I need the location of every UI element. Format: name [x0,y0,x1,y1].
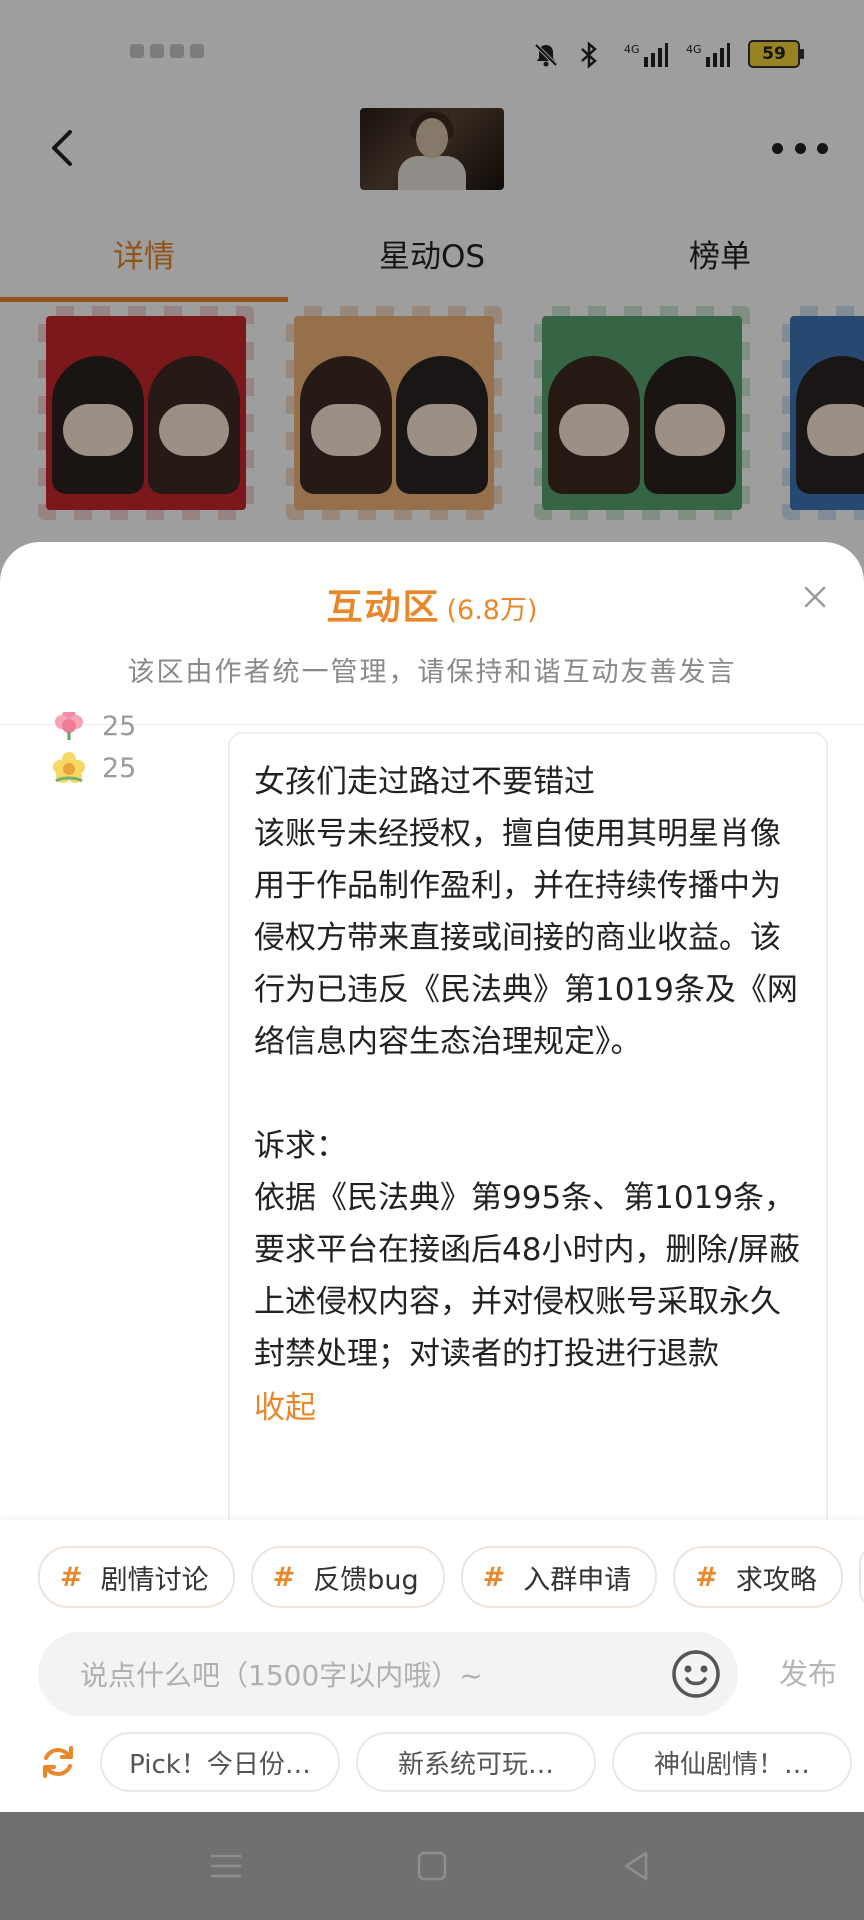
reaction-count: 25 [102,752,137,784]
home-square-icon [417,1851,447,1881]
topic-tag-label: 入群申请 [523,1564,632,1596]
back-nav-button[interactable] [616,1846,656,1886]
comment-input[interactable] [78,1632,642,1718]
hashtag-icon: # [272,1561,296,1593]
reaction-count: 25 [102,712,137,742]
refresh-icon [43,1746,73,1778]
collapse-link[interactable]: 收起 [254,1382,316,1434]
quick-reply-chip[interactable]: 新系统可玩… [356,1732,596,1792]
sheet-title-text: 互动区 [326,587,441,628]
sheet-title: 互动区 (6.8万) [0,578,864,630]
topic-tag-overflow[interactable] [858,1546,864,1608]
topic-tag-label: 反馈bug [313,1564,419,1596]
back-triangle-icon [624,1851,648,1881]
comment-input-box [38,1632,738,1718]
sheet-subtitle: 该区由作者统一管理，请保持和谐互动友善发言 [127,657,737,688]
flower-icon [55,712,83,740]
refresh-button[interactable] [38,1742,78,1782]
quick-reply-chip[interactable]: Pick！今日份… [100,1732,340,1792]
reaction-list: 25 25 [50,712,136,794]
topic-tag[interactable]: # 入群申请 [460,1546,658,1608]
comment-paragraph: 女孩们走过路过不要错过 [254,764,595,800]
comment-card: 女孩们走过路过不要错过 该账号未经授权，擅自使用其明星肖像用于作品制作盈利，并在… [228,732,828,1636]
quick-reply-chip[interactable]: 神仙剧情！… [612,1732,852,1792]
close-icon [804,586,826,608]
system-nav-bar [0,1812,864,1920]
publish-button[interactable]: 发布 [768,1632,848,1716]
topic-tag-label: 剧情讨论 [100,1564,209,1596]
reaction-sunflower[interactable]: 25 [50,742,136,794]
reaction-flower[interactable]: 25 [50,712,136,742]
comment-paragraph: 该账号未经授权，擅自使用其明星肖像用于作品制作盈利，并在持续传播中为侵权方带来直… [254,816,798,1060]
home-button[interactable] [412,1846,452,1886]
comment-body: 女孩们走过路过不要错过 该账号未经授权，擅自使用其明星肖像用于作品制作盈利，并在… [230,734,826,1434]
comment-input-area: # 剧情讨论 # 反馈bug # 入群申请 # 求攻略 发布 Pick！今日份… 新系统… [0,1520,864,1812]
topic-tag[interactable]: # 求攻略 [673,1546,843,1608]
quick-reply-row: Pick！今日份… 新系统可玩… 神仙剧情！… [38,1732,852,1792]
topic-tag-label: 求攻略 [735,1564,817,1596]
sheet-header: 互动区 (6.8万) 该区由作者统一管理，请保持和谐互动友善发言 [0,542,864,725]
menu-icon [210,1854,242,1878]
sheet-count: (6.8万) [446,595,538,626]
comment-paragraph [254,1068,802,1120]
sun-flower-icon [53,752,85,783]
comment-paragraph: 依据《民法典》第995条、第1019条，要求平台在接函后48小时内，删除/屏蔽上… [254,1180,800,1372]
hashtag-icon: # [482,1561,506,1593]
topic-tag[interactable]: # 剧情讨论 [38,1546,235,1608]
topic-tag[interactable]: # 反馈bug [250,1546,445,1608]
emoji-button[interactable] [670,1648,722,1700]
hashtag-icon: # [695,1561,718,1593]
hashtag-icon: # [60,1561,83,1593]
menu-button[interactable] [206,1846,246,1886]
input-row: 发布 [38,1632,838,1718]
smiley-icon [672,1650,720,1698]
close-button[interactable] [800,582,830,612]
comment-paragraph: 诉求： [254,1128,347,1164]
topic-tag-row: # 剧情讨论 # 反馈bug # 入群申请 # 求攻略 [38,1546,864,1608]
